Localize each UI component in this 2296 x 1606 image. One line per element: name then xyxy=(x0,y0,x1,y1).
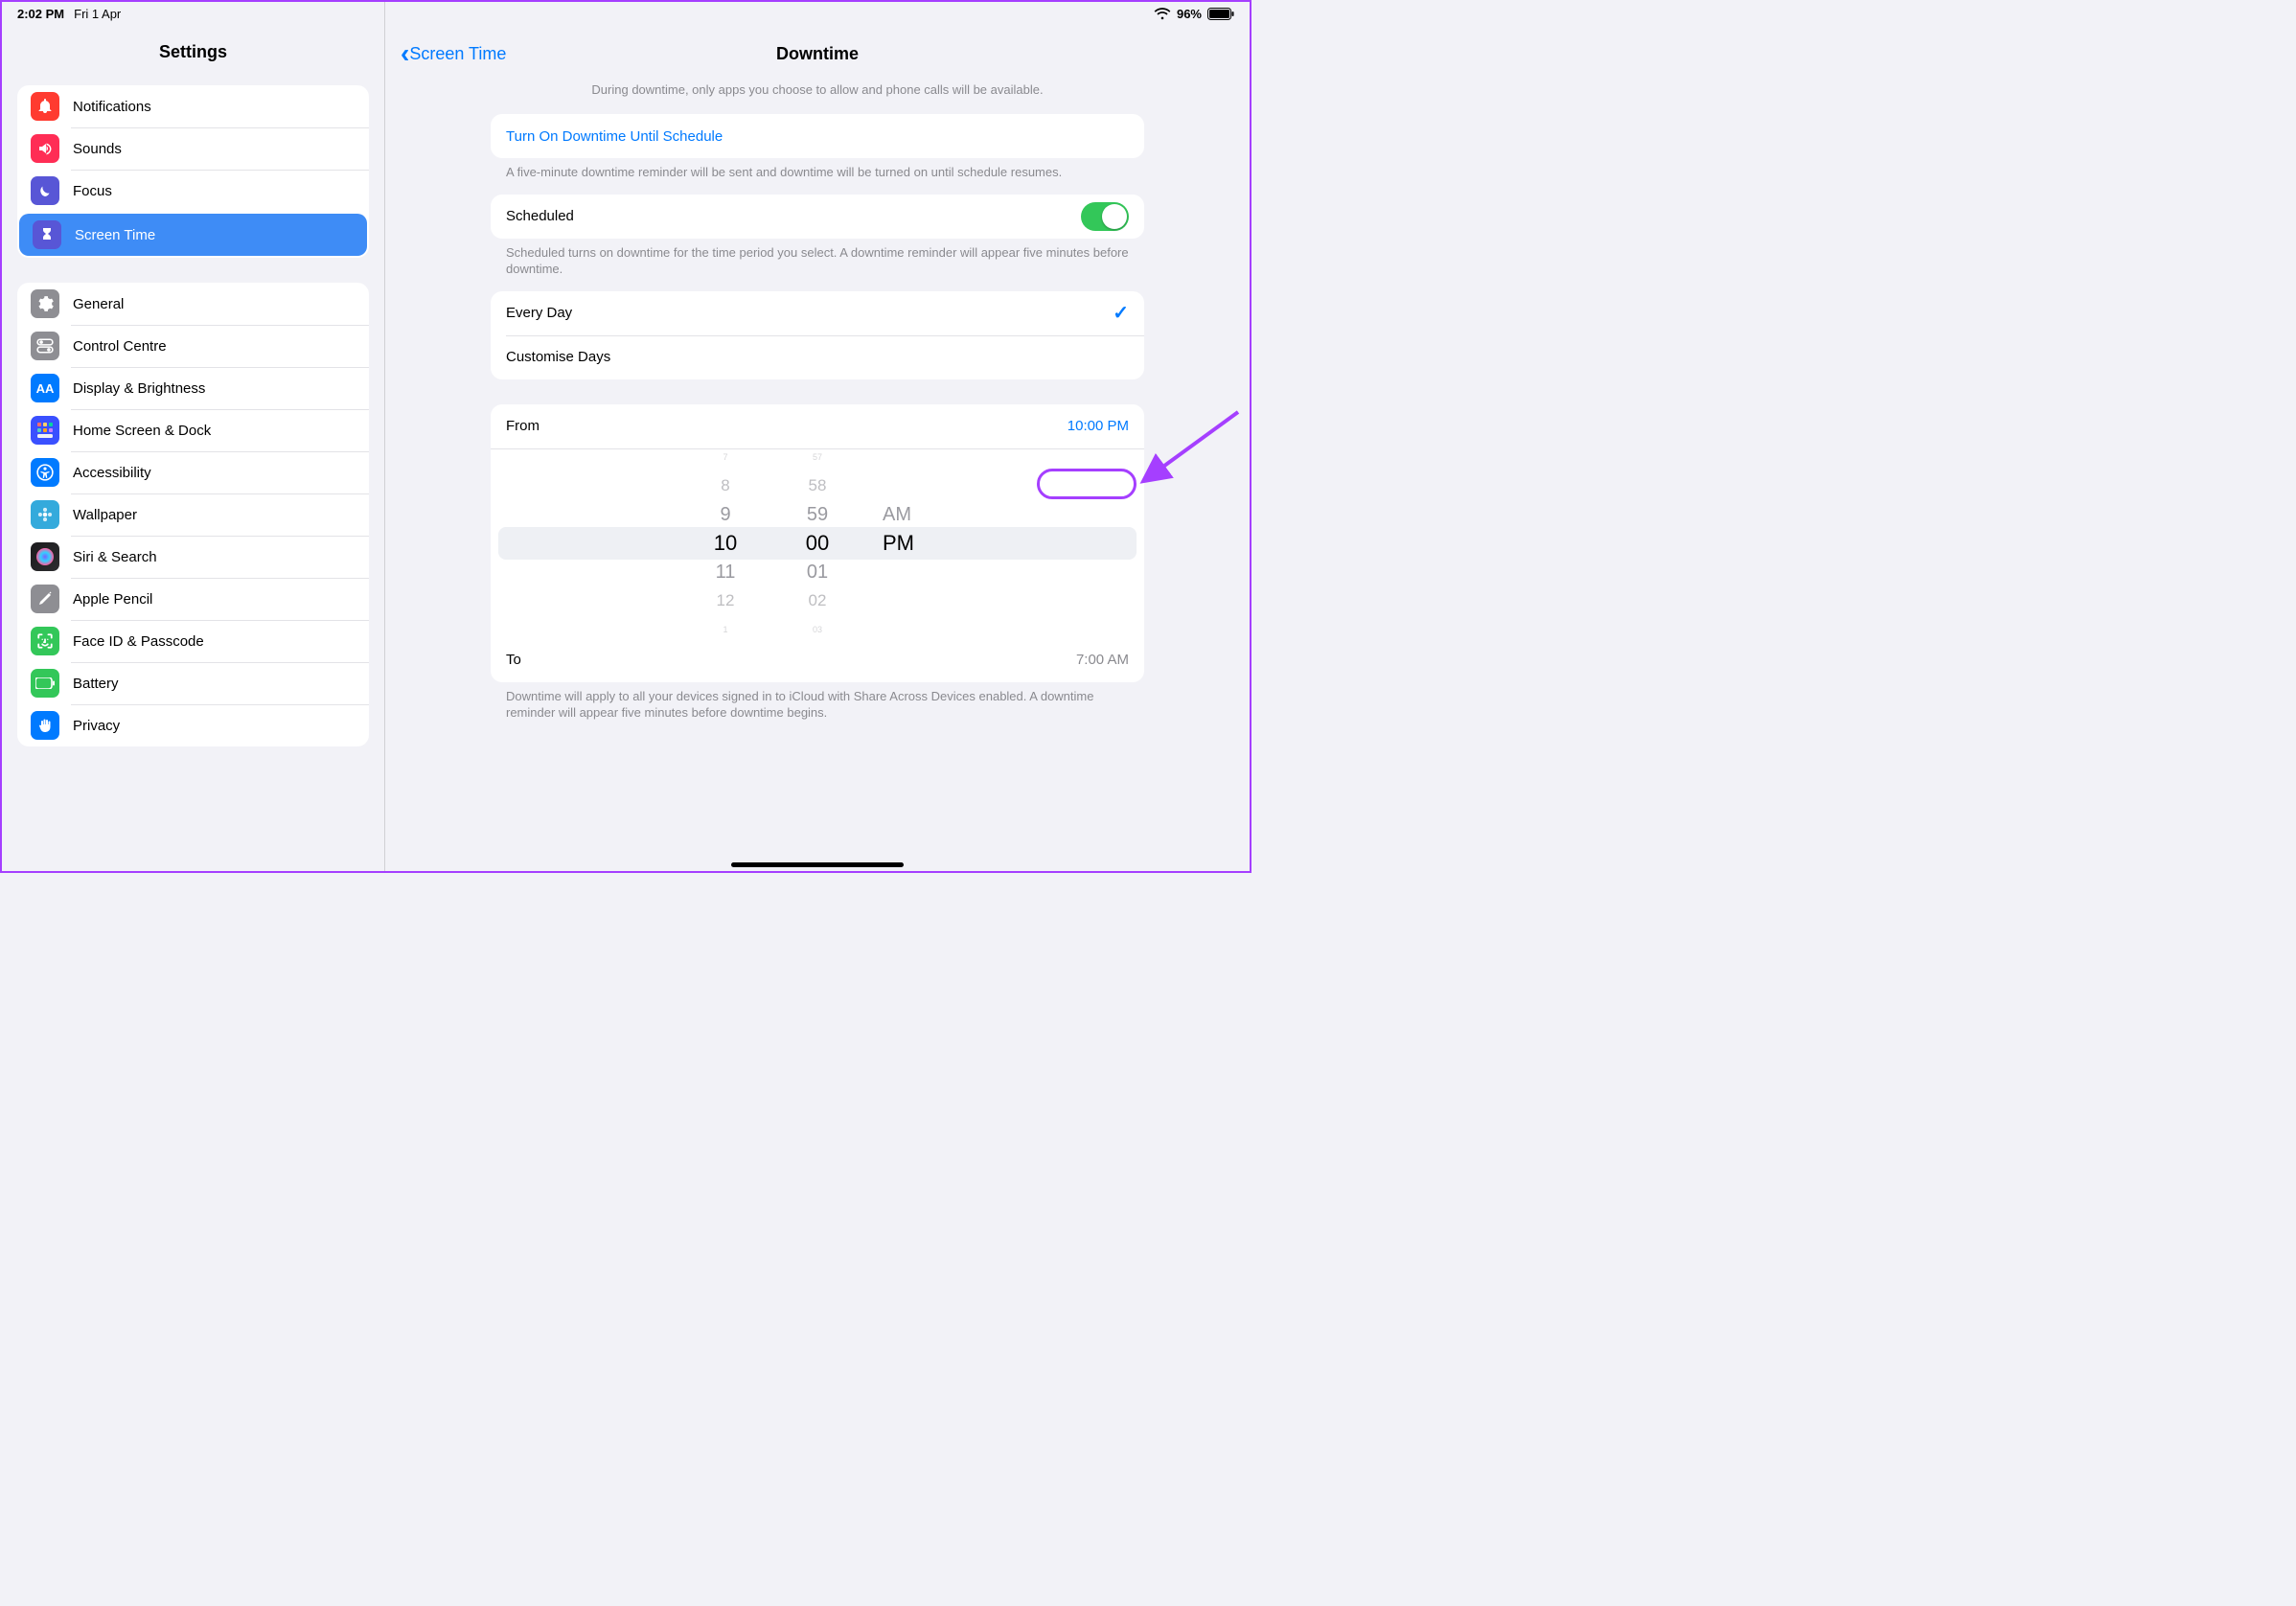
battery-icon xyxy=(1207,8,1234,20)
home-indicator xyxy=(731,862,904,867)
sidebar-item-label: Sounds xyxy=(73,141,122,157)
scheduled-label: Scheduled xyxy=(506,208,574,224)
sidebar-item-general[interactable]: General xyxy=(17,283,369,325)
siri-icon xyxy=(31,542,59,571)
hand-icon xyxy=(31,711,59,740)
wifi-icon xyxy=(1154,8,1171,20)
gear-icon xyxy=(31,289,59,318)
status-bar: 2:02 PM Fri 1 Apr 96% xyxy=(2,2,1250,25)
sidebar-item-label: Notifications xyxy=(73,99,151,115)
sidebar-item-label: Screen Time xyxy=(75,227,155,243)
sidebar-title: Settings xyxy=(2,25,384,85)
face-id-icon xyxy=(31,627,59,655)
hourglass-icon xyxy=(33,220,61,249)
sidebar-item-notifications[interactable]: Notifications xyxy=(17,85,369,127)
sidebar-item-screen-time[interactable]: Screen Time xyxy=(19,214,367,256)
to-value: 7:00 AM xyxy=(1076,652,1129,668)
sidebar-group-general: General Control Centre AA Display & Brig… xyxy=(17,283,369,746)
page-title: Downtime xyxy=(385,44,1250,64)
sidebar-item-label: Accessibility xyxy=(73,465,151,481)
back-button[interactable]: ‹ Screen Time xyxy=(401,44,506,64)
minute-wheel[interactable]: 57 58 59 00 01 02 03 xyxy=(791,449,844,638)
customise-days-label: Customise Days xyxy=(506,349,610,365)
ampm-wheel[interactable]: AM PM xyxy=(883,449,936,638)
from-label: From xyxy=(506,418,540,434)
customise-days-row[interactable]: Customise Days xyxy=(491,335,1144,379)
accessibility-icon xyxy=(31,458,59,487)
time-range-group: From 10:00 PM 7 8 9 10 11 12 1 xyxy=(491,404,1144,682)
sidebar-item-home-screen-dock[interactable]: Home Screen & Dock xyxy=(17,409,369,451)
sidebar-item-label: Control Centre xyxy=(73,338,167,355)
turn-on-group: Turn On Downtime Until Schedule xyxy=(491,114,1144,158)
chevron-left-icon: ‹ xyxy=(401,45,409,62)
sidebar-item-privacy[interactable]: Privacy xyxy=(17,704,369,746)
sidebar-item-label: Face ID & Passcode xyxy=(73,633,204,650)
pencil-icon xyxy=(31,585,59,613)
time-picker[interactable]: 7 8 9 10 11 12 1 57 58 59 00 xyxy=(491,448,1144,638)
scheduled-toggle[interactable] xyxy=(1081,202,1129,231)
sidebar-item-faceid-passcode[interactable]: Face ID & Passcode xyxy=(17,620,369,662)
content-header: ‹ Screen Time Downtime xyxy=(385,25,1250,82)
sidebar-item-label: Focus xyxy=(73,183,112,199)
sidebar-item-label: Apple Pencil xyxy=(73,591,152,608)
status-date: Fri 1 Apr xyxy=(74,7,121,21)
sidebar-item-label: Battery xyxy=(73,676,119,692)
text-size-icon: AA xyxy=(31,374,59,402)
sidebar-item-battery[interactable]: Battery xyxy=(17,662,369,704)
sidebar-item-focus[interactable]: Focus xyxy=(17,170,369,212)
to-footer: Downtime will apply to all your devices … xyxy=(491,682,1144,735)
back-label: Screen Time xyxy=(409,44,506,64)
flower-icon xyxy=(31,500,59,529)
sidebar-item-display-brightness[interactable]: AA Display & Brightness xyxy=(17,367,369,409)
scheduled-row[interactable]: Scheduled xyxy=(491,195,1144,239)
status-battery-pct: 96% xyxy=(1177,7,1202,21)
moon-icon xyxy=(31,176,59,205)
toggles-icon xyxy=(31,332,59,360)
sidebar-item-siri-search[interactable]: Siri & Search xyxy=(17,536,369,578)
turn-on-label: Turn On Downtime Until Schedule xyxy=(506,128,723,145)
sidebar-item-accessibility[interactable]: Accessibility xyxy=(17,451,369,493)
every-day-label: Every Day xyxy=(506,305,572,321)
settings-sidebar: Settings Notifications Sounds xyxy=(2,2,385,871)
sidebar-item-sounds[interactable]: Sounds xyxy=(17,127,369,170)
checkmark-icon: ✓ xyxy=(1113,301,1129,325)
scheduled-group: Scheduled xyxy=(491,195,1144,239)
every-day-row[interactable]: Every Day ✓ xyxy=(491,291,1144,335)
sidebar-item-label: Siri & Search xyxy=(73,549,157,565)
scheduled-footer: Scheduled turns on downtime for the time… xyxy=(491,239,1144,291)
battery-row-icon xyxy=(31,669,59,698)
sidebar-item-label: Home Screen & Dock xyxy=(73,423,211,439)
sidebar-item-label: Privacy xyxy=(73,718,120,734)
status-time: 2:02 PM xyxy=(17,7,64,21)
sidebar-group-focus: Notifications Sounds Focus xyxy=(17,85,369,258)
hour-wheel[interactable]: 7 8 9 10 11 12 1 xyxy=(699,449,752,638)
sidebar-item-label: Display & Brightness xyxy=(73,380,205,397)
app-grid-icon xyxy=(31,416,59,445)
speaker-icon xyxy=(31,134,59,163)
intro-text: During downtime, only apps you choose to… xyxy=(491,82,1144,114)
sidebar-item-control-centre[interactable]: Control Centre xyxy=(17,325,369,367)
to-label: To xyxy=(506,652,521,668)
sidebar-item-apple-pencil[interactable]: Apple Pencil xyxy=(17,578,369,620)
sidebar-item-wallpaper[interactable]: Wallpaper xyxy=(17,493,369,536)
from-row[interactable]: From 10:00 PM xyxy=(491,404,1144,448)
turn-on-footer: A five-minute downtime reminder will be … xyxy=(491,158,1144,195)
bell-icon xyxy=(31,92,59,121)
from-value: 10:00 PM xyxy=(1068,418,1129,434)
day-mode-group: Every Day ✓ Customise Days xyxy=(491,291,1144,379)
content-pane: ‹ Screen Time Downtime During downtime, … xyxy=(385,2,1250,871)
to-row[interactable]: To 7:00 AM xyxy=(491,638,1144,682)
sidebar-item-label: Wallpaper xyxy=(73,507,137,523)
turn-on-downtime-row[interactable]: Turn On Downtime Until Schedule xyxy=(491,114,1144,158)
sidebar-item-label: General xyxy=(73,296,124,312)
